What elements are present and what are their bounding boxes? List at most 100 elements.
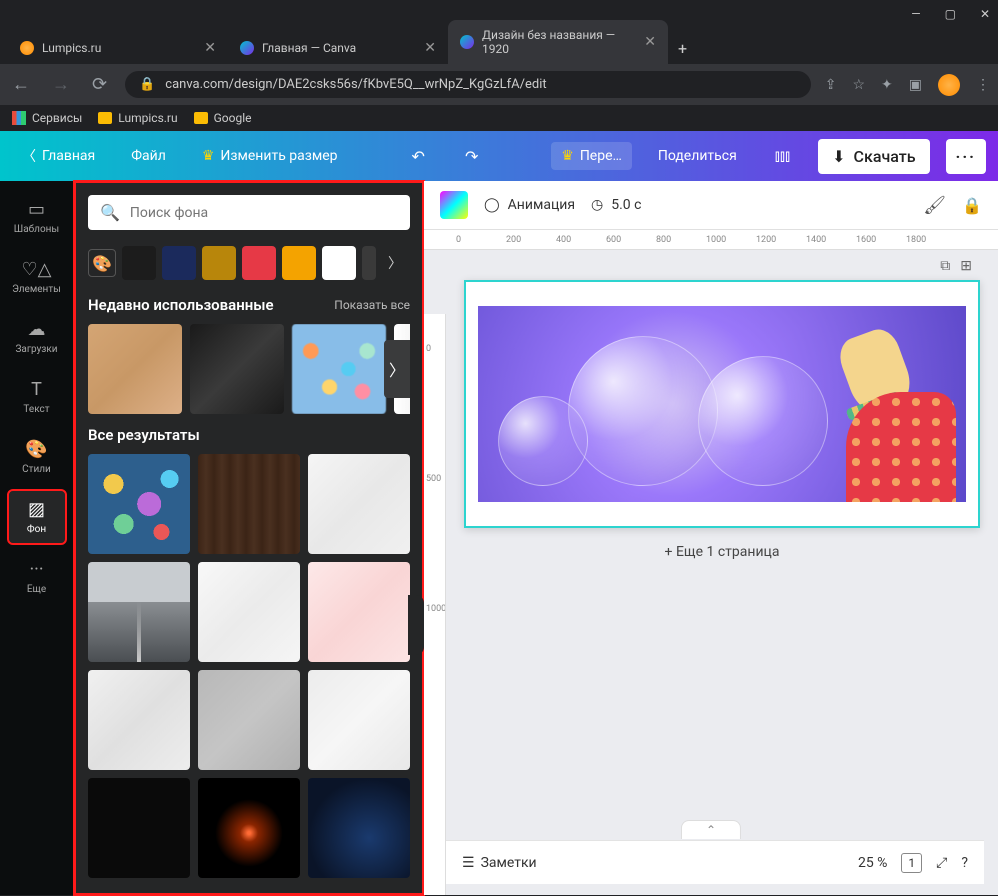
color-picker-button[interactable]: 🎨 (88, 249, 116, 277)
browser-tab-3[interactable]: Дизайн без названия — 1920 ✕ (448, 20, 668, 64)
file-button[interactable]: Файл (121, 142, 176, 170)
background-thumb[interactable] (292, 324, 386, 414)
share-button[interactable]: Поделиться (648, 142, 747, 170)
add-page-link[interactable]: + Еще 1 страница (462, 544, 982, 560)
hand-graphic[interactable] (796, 322, 956, 502)
search-input-wrap[interactable]: 🔍 (88, 195, 410, 230)
canvas-area: ◯ Анимация ◷ 5.0 с 🖌 🔒 0 200 400 600 800… (424, 181, 998, 895)
color-swatch[interactable] (122, 246, 156, 280)
back-button[interactable]: ← (8, 70, 34, 99)
translate-button[interactable]: ♛ Пере… (551, 142, 632, 170)
redo-button[interactable]: ↷ (453, 139, 490, 174)
reload-button[interactable]: ⟳ (88, 70, 111, 99)
scroll-right-button[interactable]: 〉 (384, 340, 410, 398)
color-swatch[interactable] (162, 246, 196, 280)
forward-button[interactable]: → (48, 70, 74, 99)
bookmark-icon[interactable]: ☆ (852, 77, 865, 93)
crown-icon: ♛ (202, 148, 215, 164)
window-minimize[interactable]: ― (911, 7, 920, 21)
background-thumb[interactable] (88, 562, 190, 662)
menu-icon[interactable]: ⋮ (976, 77, 990, 93)
background-thumb[interactable] (198, 778, 300, 878)
elements-icon: ♡△ (22, 259, 52, 280)
color-swatch[interactable] (202, 246, 236, 280)
collapse-panel-button[interactable] (408, 595, 424, 655)
background-thumb[interactable] (198, 454, 300, 554)
sidebar-text[interactable]: T Текст (0, 371, 73, 423)
tab-title: Главная — Canva (262, 41, 356, 55)
resize-label: Изменить размер (220, 148, 337, 164)
background-thumb[interactable] (198, 670, 300, 770)
browser-tab-2[interactable]: Главная — Canva ✕ (228, 32, 448, 64)
notes-button[interactable]: ☰ Заметки (462, 855, 537, 871)
background-thumb[interactable] (308, 778, 410, 878)
search-input[interactable] (130, 205, 398, 221)
bookmark-lumpics[interactable]: Lumpics.ru (98, 111, 177, 125)
close-icon[interactable]: ✕ (204, 40, 216, 56)
bookmark-services[interactable]: Сервисы (12, 111, 82, 125)
reader-icon[interactable]: ▣ (909, 77, 922, 93)
nav-label: Элементы (12, 284, 61, 295)
add-page-button[interactable]: ⊞ (960, 258, 972, 274)
vertical-ruler: 0 500 1000 (424, 314, 446, 895)
color-swatch[interactable] (322, 246, 356, 280)
lock-icon: 🔒 (139, 77, 155, 92)
lock-icon[interactable]: 🔒 (962, 196, 982, 215)
undo-button[interactable]: ↶ (400, 139, 437, 174)
sidebar-templates[interactable]: ▭ Шаблоны (0, 191, 73, 243)
canvas-content[interactable] (478, 306, 966, 502)
sidebar-uploads[interactable]: ☁ Загрузки (0, 311, 73, 363)
profile-avatar[interactable] (938, 74, 960, 96)
background-thumb[interactable] (88, 670, 190, 770)
extensions-icon[interactable]: ✦ (881, 77, 893, 93)
color-tool[interactable] (440, 191, 468, 219)
animation-label: Анимация (508, 197, 575, 213)
share-icon[interactable]: ⇪ (825, 77, 837, 93)
browser-tab-1[interactable]: Lumpics.ru ✕ (8, 32, 228, 64)
scroll-right-button[interactable]: 〉 (382, 253, 408, 273)
color-swatch[interactable] (362, 246, 376, 280)
sidebar-more[interactable]: ··· Еще (0, 551, 73, 603)
canvas-page[interactable] (464, 280, 980, 528)
styles-icon[interactable]: 🖌 (923, 195, 946, 216)
sidebar-elements[interactable]: ♡△ Элементы (0, 251, 73, 303)
resize-button[interactable]: ♛ Изменить размер (192, 142, 348, 170)
window-maximize[interactable]: ▢ (945, 7, 956, 21)
duplicate-page-button[interactable]: ⧉ (940, 258, 950, 274)
download-button[interactable]: ⬇ Скачать (818, 139, 929, 174)
color-swatch[interactable] (242, 246, 276, 280)
close-icon[interactable]: ✕ (424, 40, 436, 56)
apps-icon (12, 111, 26, 125)
background-thumb[interactable] (308, 670, 410, 770)
help-button[interactable]: ? (961, 855, 968, 871)
color-swatch[interactable] (282, 246, 316, 280)
duration-button[interactable]: ◷ 5.0 с (591, 197, 641, 213)
sidebar-background[interactable]: ▨ Фон (9, 491, 65, 543)
chevron-left-icon: 〈 (22, 146, 36, 166)
page-indicator[interactable]: 1 (901, 853, 922, 873)
home-button[interactable]: 〈 Главная (12, 140, 105, 172)
window-close[interactable]: ✕ (980, 7, 990, 21)
expand-timeline-button[interactable]: ⌃ (681, 820, 741, 839)
background-thumb[interactable] (88, 454, 190, 554)
animation-button[interactable]: ◯ Анимация (484, 197, 575, 213)
background-thumb[interactable] (88, 778, 190, 878)
fullscreen-button[interactable]: ⤢ (936, 855, 947, 871)
bookmark-google[interactable]: Google (194, 111, 252, 125)
background-thumb[interactable] (190, 324, 284, 414)
analytics-button[interactable]: ⫾⫾⫾ (763, 138, 802, 174)
sidebar-styles[interactable]: 🎨 Стили (0, 431, 73, 483)
background-thumb[interactable] (308, 454, 410, 554)
tab-title: Lumpics.ru (42, 41, 101, 55)
background-thumb[interactable] (198, 562, 300, 662)
zoom-control[interactable]: 25 % (858, 855, 887, 871)
more-options-button[interactable]: ··· (946, 139, 986, 174)
new-tab-button[interactable]: + (668, 33, 697, 64)
clock-icon: ◷ (591, 197, 603, 213)
background-thumb[interactable] (88, 324, 182, 414)
bottom-bar: ☰ Заметки 25 % 1 ⤢ ? (446, 840, 984, 884)
close-icon[interactable]: ✕ (644, 34, 656, 50)
show-all-link[interactable]: Показать все (334, 298, 410, 312)
background-thumb[interactable] (308, 562, 410, 662)
address-bar[interactable]: 🔒 canva.com/design/DAE2csks56s/fKbvE5Q__… (125, 71, 811, 98)
